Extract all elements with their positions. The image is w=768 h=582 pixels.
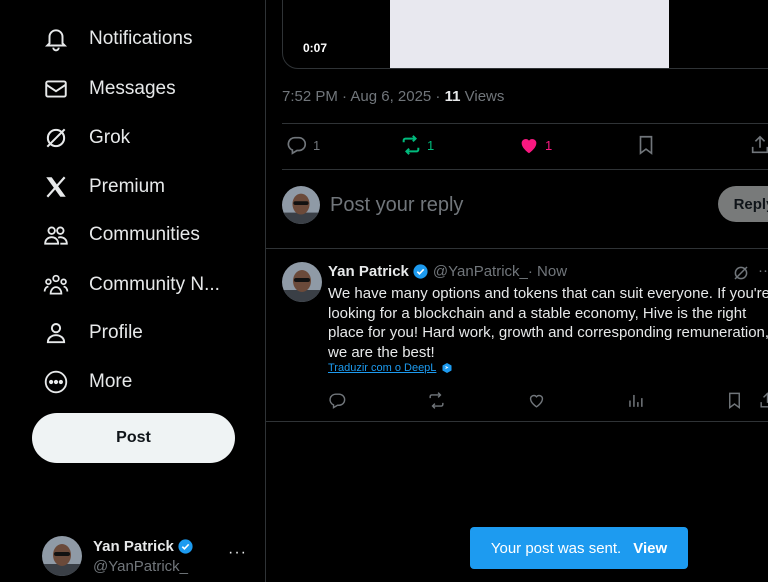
x-logo-icon [42, 173, 70, 201]
reply-action[interactable]: 1 [286, 134, 320, 156]
bookmark-icon [639, 135, 653, 155]
verified-badge-icon [413, 264, 428, 279]
reply-post[interactable]: Yan Patrick @YanPatrick_ · Now ··· We ha… [282, 262, 768, 422]
post-time[interactable]: · Now [528, 263, 567, 280]
nav-label: Profile [89, 322, 143, 343]
heart-filled-icon [521, 139, 537, 154]
nav-item-messages[interactable]: Messages [42, 72, 176, 106]
avatar[interactable] [282, 262, 322, 302]
reply-composer: Post your reply Reply [282, 186, 768, 226]
account-name: Yan Patrick [93, 538, 174, 555]
bell-icon [42, 25, 70, 53]
bookmark-action[interactable] [725, 391, 744, 415]
nav-item-notifications[interactable]: Notifications [42, 22, 193, 56]
avatar [282, 186, 320, 224]
nav-label: Premium [89, 176, 166, 197]
nav-label: Notifications [89, 28, 193, 49]
toast-message: Your post was sent. [490, 539, 622, 557]
divider [282, 169, 768, 170]
views-action[interactable] [626, 391, 645, 415]
share-icon [760, 392, 768, 408]
reply-input[interactable]: Post your reply [330, 194, 690, 217]
post-button[interactable]: Post [32, 413, 235, 463]
share-action[interactable] [749, 134, 768, 156]
author-name[interactable]: Yan Patrick [328, 263, 409, 280]
share-action[interactable] [758, 391, 768, 415]
post-text: We have many options and tokens that can… [328, 285, 768, 361]
repost-count: 1 [427, 137, 435, 153]
reply-icon [329, 393, 346, 409]
account-more-icon[interactable]: ··· [228, 544, 247, 562]
communities-icon [42, 221, 70, 249]
nav-item-grok[interactable]: Grok [42, 121, 130, 155]
nav-label: Grok [89, 127, 131, 148]
nav-item-profile[interactable]: Profile [42, 316, 143, 350]
nav-label: Communities [89, 224, 200, 245]
bookmark-action[interactable] [635, 134, 657, 156]
views-label: Views [460, 88, 505, 105]
nav-label: Community N... [89, 274, 220, 295]
share-icon [751, 135, 768, 154]
account-name-row: Yan Patrick [93, 538, 194, 555]
translate-label: Traduzir com o DeepL [328, 362, 437, 374]
repost-icon [402, 135, 420, 155]
grok-icon[interactable] [732, 264, 750, 282]
translate-link[interactable]: Traduzir com o DeepL [328, 362, 453, 374]
reply-count: 1 [313, 137, 321, 153]
bookmark-icon [729, 392, 740, 410]
verified-badge-icon [178, 539, 193, 554]
account-switcher[interactable]: Yan Patrick @YanPatrick_ ··· [42, 536, 254, 578]
toast-view-link[interactable]: View [633, 540, 667, 557]
account-handle: @YanPatrick_ [93, 558, 188, 575]
person-icon [42, 319, 70, 347]
nav-item-more[interactable]: More [42, 365, 132, 399]
nav-item-communities[interactable]: Communities [42, 218, 200, 252]
post-meta: 7:52 PM · Aug 6, 2025 · 11 Views [282, 88, 504, 105]
deepl-icon [442, 363, 452, 373]
video-timer: 0:07 [303, 41, 328, 55]
repost-icon [429, 392, 444, 409]
nav-label: Messages [89, 78, 176, 99]
video-frame [390, 0, 669, 68]
divider [266, 248, 768, 249]
toast-notification: Your post was sent. View [470, 527, 688, 569]
avatar [42, 536, 82, 576]
post-actions [328, 391, 768, 413]
reply-button[interactable]: Reply [718, 186, 768, 222]
grok-icon [42, 124, 70, 152]
divider [266, 421, 768, 422]
divider [282, 123, 768, 124]
repost-action[interactable] [427, 391, 446, 415]
envelope-icon [42, 75, 70, 103]
repost-action[interactable]: 1 [400, 134, 434, 156]
views-count: 11 [444, 88, 461, 105]
nav-item-community-notes[interactable]: Community N... [42, 268, 220, 302]
sidebar: Notifications Messages Grok Premium Comm… [0, 0, 265, 582]
like-action[interactable]: 1 [518, 134, 552, 156]
video-player[interactable]: 0:07 [282, 0, 768, 69]
nav-label: More [89, 371, 133, 392]
community-notes-icon [42, 271, 70, 299]
more-circle-icon [42, 368, 70, 396]
author-handle[interactable]: @YanPatrick_ [433, 263, 528, 280]
post-more-icon[interactable]: ··· [758, 262, 768, 279]
post-actions: 1 1 1 [282, 134, 768, 160]
post-header: Yan Patrick @YanPatrick_ · Now [328, 263, 567, 280]
analytics-icon [629, 394, 643, 407]
post-timestamp[interactable]: 7:52 PM · Aug 6, 2025 · [282, 88, 445, 105]
reply-icon [287, 136, 307, 155]
post-detail: 0:07 7:52 PM · Aug 6, 2025 · 11 Views 1 … [266, 0, 768, 582]
reply-action[interactable] [328, 391, 347, 415]
like-action[interactable] [527, 391, 546, 415]
heart-icon [529, 394, 544, 408]
like-count: 1 [545, 137, 553, 153]
nav-item-premium[interactable]: Premium [42, 170, 165, 204]
